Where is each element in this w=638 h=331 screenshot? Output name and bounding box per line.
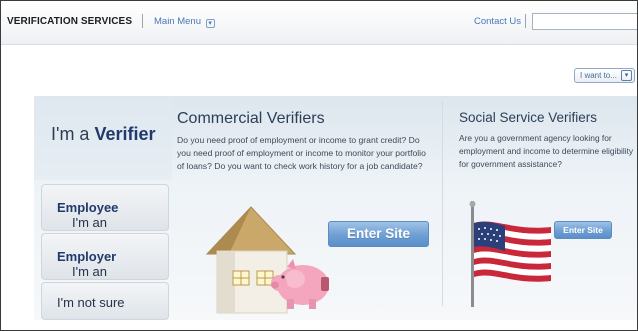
main-menu-link[interactable]: Main Menu ▾	[154, 16, 215, 28]
sidebar-item-label: I'm an Employee	[57, 200, 119, 230]
sidebar-item-employee[interactable]: I'm an Employee	[41, 184, 169, 231]
item-strong: Employer	[57, 249, 117, 264]
chevron-down-icon: ▾	[621, 70, 632, 81]
sidebar-item-label: I'm not sure	[57, 295, 125, 310]
top-nav: VERIFICATION SERVICES Main Menu ▾ Contac…	[1, 1, 637, 45]
sidebar-item-label: I'm an Employer	[57, 249, 117, 279]
section-divider	[442, 101, 443, 306]
house-piggy-bank-illustration	[205, 206, 329, 314]
nav-divider	[142, 14, 143, 28]
main-menu-label: Main Menu	[154, 16, 201, 27]
i-want-to-label: I want to...	[580, 71, 617, 80]
nav-divider	[525, 14, 526, 28]
social-description: Are you a government agency looking for …	[459, 133, 634, 169]
i-want-to-dropdown[interactable]: I want to... ▾	[574, 68, 635, 83]
search-input[interactable]	[532, 13, 637, 30]
sidebar-item-not-sure[interactable]: I'm not sure	[41, 282, 169, 320]
contact-us-link[interactable]: Contact Us	[474, 16, 521, 27]
american-flag-illustration	[469, 201, 551, 307]
page: VERIFICATION SERVICES Main Menu ▾ Contac…	[0, 0, 638, 331]
commercial-description: Do you need proof of employment or incom…	[177, 135, 426, 172]
social-enter-site-button[interactable]: Enter Site	[554, 221, 612, 239]
commercial-enter-site-button[interactable]: Enter Site	[328, 221, 429, 247]
item-prefix: I'm an	[72, 264, 107, 279]
verifier-prefix: I'm a	[51, 124, 90, 144]
social-title: Social Service Verifiers	[459, 110, 598, 125]
verifier-strong: Verifier	[94, 124, 156, 144]
item-prefix: I'm an	[72, 215, 107, 230]
commercial-title: Commercial Verifiers	[177, 110, 325, 127]
chevron-down-icon: ▾	[205, 19, 215, 28]
brand-title: VERIFICATION SERVICES	[7, 16, 133, 27]
item-strong: Employee	[57, 200, 119, 215]
sidebar-item-employer[interactable]: I'm an Employer	[41, 233, 169, 280]
verifier-tab-label: I'm a Verifier	[51, 124, 156, 145]
